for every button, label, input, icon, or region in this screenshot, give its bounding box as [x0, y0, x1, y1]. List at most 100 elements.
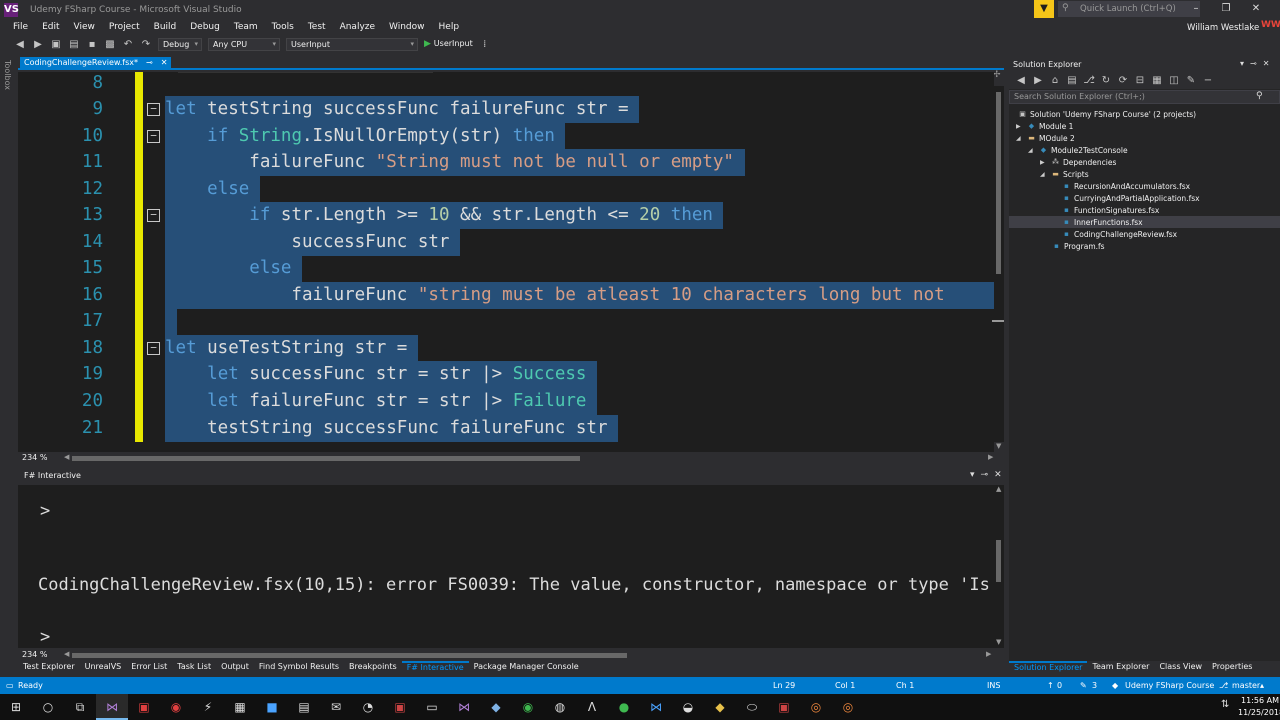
app-icon[interactable]: ⚡: [192, 694, 224, 720]
back-icon[interactable]: ◀: [1015, 75, 1027, 86]
document-tab[interactable]: CodingChallengeReview.fsx* ⊸ ✕: [20, 57, 172, 70]
app-icon[interactable]: ●: [608, 694, 640, 720]
tab-package-manager-console[interactable]: Package Manager Console: [469, 661, 584, 674]
app-icon[interactable]: ◉: [160, 694, 192, 720]
menu-help[interactable]: Help: [432, 20, 467, 36]
dropdown-icon[interactable]: ▾: [970, 470, 975, 480]
minus-icon[interactable]: −: [1202, 75, 1214, 86]
tab-class-view[interactable]: Class View: [1154, 661, 1207, 674]
close-icon[interactable]: ✕: [994, 470, 1002, 480]
tab-task-list[interactable]: Task List: [172, 661, 216, 674]
tab-output[interactable]: Output: [216, 661, 254, 674]
navigate-back-icon[interactable]: ◀: [14, 39, 26, 50]
tree-item-file[interactable]: ▪ RecursionAndAccumulators.fsx: [1062, 180, 1190, 192]
git-icon[interactable]: ⎇: [1083, 75, 1095, 86]
tab-unrealvs[interactable]: UnrealVS: [80, 661, 127, 674]
menu-build[interactable]: Build: [147, 20, 184, 36]
up-arrow-icon[interactable]: ↑: [1047, 681, 1054, 690]
tree-item-file-selected[interactable]: ▪ InnerFunctions.fsx: [1009, 216, 1280, 228]
app-icon[interactable]: ▦: [224, 694, 256, 720]
scroll-left-icon[interactable]: ◀: [64, 453, 69, 461]
scroll-right-icon[interactable]: ▶: [986, 650, 991, 658]
sync-icon[interactable]: ↻: [1100, 75, 1112, 86]
app-icon[interactable]: ▣: [768, 694, 800, 720]
pencil-icon[interactable]: ✎: [1080, 681, 1087, 690]
tree-item-scripts[interactable]: ◢ ▬ Scripts: [1040, 168, 1089, 180]
expand-icon[interactable]: ▶: [1016, 123, 1024, 130]
branch-name[interactable]: master: [1232, 681, 1260, 690]
platform-dropdown[interactable]: Any CPU ▾: [208, 37, 280, 51]
close-icon[interactable]: ✕: [161, 58, 168, 69]
app-icon[interactable]: ✉: [320, 694, 352, 720]
tree-item-module1[interactable]: ▶ ◆ Module 1: [1016, 120, 1073, 132]
tree-item-file[interactable]: ▪ CurryingAndPartialApplication.fsx: [1062, 192, 1199, 204]
tab-breakpoints[interactable]: Breakpoints: [344, 661, 402, 674]
save-icon[interactable]: ▪: [86, 39, 98, 50]
redo-icon[interactable]: ↷: [140, 39, 152, 50]
toolbar-options-icon[interactable]: ⁞: [479, 39, 491, 50]
tab-solution-explorer[interactable]: Solution Explorer: [1009, 661, 1088, 674]
app-icon[interactable]: Ʌ: [576, 694, 608, 720]
tab-fsharp-interactive[interactable]: F# Interactive: [401, 661, 469, 674]
clock-time[interactable]: 11:56 AM: [1241, 696, 1279, 705]
repository-name[interactable]: Udemy FSharp Course: [1125, 681, 1214, 690]
menu-analyze[interactable]: Analyze: [333, 20, 382, 36]
switch-views-icon[interactable]: ▤: [1066, 75, 1078, 86]
fsi-horizontal-scroll-thumb[interactable]: [72, 653, 627, 658]
scroll-up-icon[interactable]: ▲: [996, 485, 1001, 493]
refresh-icon[interactable]: ⟳: [1117, 75, 1129, 86]
app-icon[interactable]: ■: [256, 694, 288, 720]
search-icon[interactable]: ⚲: [1256, 91, 1263, 101]
open-file-icon[interactable]: ▤: [68, 39, 80, 50]
startup-project-dropdown[interactable]: UserInput ▾: [286, 37, 418, 51]
split-window-icon[interactable]: ✢: [993, 70, 1001, 80]
tree-item-file[interactable]: ▪ Program.fs: [1052, 240, 1104, 252]
menu-project[interactable]: Project: [102, 20, 147, 36]
filter-icon[interactable]: ▼: [1034, 0, 1054, 18]
app-icon[interactable]: ◒: [672, 694, 704, 720]
menu-team[interactable]: Team: [227, 20, 265, 36]
menu-view[interactable]: View: [67, 20, 102, 36]
tree-item-file[interactable]: ▪ FunctionSignatures.fsx: [1062, 204, 1159, 216]
terminal-icon[interactable]: ▭: [416, 694, 448, 720]
scroll-left-icon[interactable]: ◀: [64, 650, 69, 658]
menu-test[interactable]: Test: [301, 20, 333, 36]
collapse-icon[interactable]: ◢: [1040, 171, 1048, 178]
toolbox-tab[interactable]: Toolbox: [3, 60, 12, 90]
maximize-button[interactable]: ❐: [1220, 3, 1232, 14]
network-icon[interactable]: ⇅: [1221, 699, 1229, 710]
tree-item-dependencies[interactable]: ▶ ⁂ Dependencies: [1040, 156, 1116, 168]
undo-icon[interactable]: ↶: [122, 39, 134, 50]
task-view-icon[interactable]: ⧉: [64, 694, 96, 720]
visual-studio-icon[interactable]: ⋈: [96, 694, 128, 720]
menu-file[interactable]: File: [6, 20, 35, 36]
scroll-down-icon[interactable]: ▼: [996, 442, 1001, 450]
collapse-icon[interactable]: ◢: [1016, 135, 1024, 142]
repository-icon[interactable]: ◆: [1112, 681, 1118, 690]
collapse-all-icon[interactable]: ⊟: [1134, 75, 1146, 86]
editor-split-handle[interactable]: [992, 320, 1004, 326]
code-editor[interactable]: 8 9 − let testString successFunc failure…: [18, 72, 994, 452]
tab-properties[interactable]: Properties: [1207, 661, 1257, 674]
editor-scroll-thumb[interactable]: [996, 92, 1001, 274]
tab-team-explorer[interactable]: Team Explorer: [1087, 661, 1154, 674]
chevron-up-icon[interactable]: ▴: [1260, 681, 1264, 690]
app-icon[interactable]: ▣: [384, 694, 416, 720]
close-icon[interactable]: ✕: [1263, 59, 1270, 68]
properties-icon[interactable]: ✎: [1185, 75, 1197, 86]
fsi-zoom-level[interactable]: 234 %: [22, 650, 47, 659]
windows-start-icon[interactable]: ⊞: [0, 694, 32, 720]
app-icon[interactable]: ◍: [544, 694, 576, 720]
tab-find-symbol-results[interactable]: Find Symbol Results: [254, 661, 344, 674]
quick-launch-input[interactable]: Quick Launch (Ctrl+Q): [1058, 1, 1200, 17]
app-icon[interactable]: ▣: [128, 694, 160, 720]
avatar[interactable]: WW: [1261, 20, 1280, 34]
fsi-scroll-thumb[interactable]: [996, 540, 1001, 582]
menu-debug[interactable]: Debug: [183, 20, 227, 36]
collapse-icon[interactable]: −: [147, 342, 160, 355]
collapse-icon[interactable]: −: [147, 130, 160, 143]
branch-icon[interactable]: ⎇: [1219, 681, 1228, 690]
close-button[interactable]: ✕: [1250, 3, 1262, 14]
tree-item-solution[interactable]: ▣ Solution 'Udemy FSharp Course' (2 proj…: [1018, 108, 1196, 120]
pending-changes-count[interactable]: 3: [1092, 681, 1097, 690]
